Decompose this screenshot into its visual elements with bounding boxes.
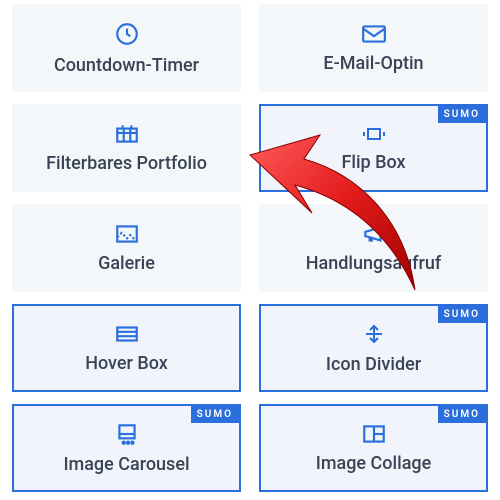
card-label: Galerie [98,253,155,274]
layout-icon [114,323,140,345]
mail-icon [361,23,387,45]
card-label: Icon Divider [326,354,421,375]
badge-sumo: SUMO [438,106,486,123]
card-label: Image Collage [316,453,432,474]
clock-icon [114,21,140,47]
badge-sumo: SUMO [438,406,486,423]
card-label: Flip Box [341,152,405,173]
card-label: Image Carousel [63,454,189,475]
card-email-optin[interactable]: E-Mail-Optin [259,4,488,92]
divider-icon [362,322,386,346]
flip-icon [360,124,388,144]
card-label: E-Mail-Optin [323,53,423,74]
card-countdown-timer[interactable]: Countdown-Timer [12,4,241,92]
module-grid: Countdown-Timer E-Mail-Optin Filterbares… [12,4,488,492]
card-icon-divider[interactable]: SUMO Icon Divider [259,304,488,392]
collage-icon [361,423,387,445]
card-label: Hover Box [85,353,168,374]
card-filterbares-portfolio[interactable]: Filterbares Portfolio [12,104,241,192]
megaphone-icon [361,223,387,245]
card-label: Filterbares Portfolio [46,153,207,174]
card-flip-box[interactable]: SUMO Flip Box [259,104,488,192]
card-label: Handlungsaufruf [306,253,442,274]
grid-icon [114,123,140,145]
badge-sumo: SUMO [438,306,486,323]
image-icon [114,223,140,245]
card-hover-box[interactable]: Hover Box [12,304,241,392]
badge-sumo: SUMO [191,406,239,423]
carousel-icon [114,422,140,446]
card-label: Countdown-Timer [54,55,199,76]
card-handlungsaufruf[interactable]: Handlungsaufruf [259,204,488,292]
card-image-carousel[interactable]: SUMO Image Carousel [12,404,241,492]
card-galerie[interactable]: Galerie [12,204,241,292]
card-image-collage[interactable]: SUMO Image Collage [259,404,488,492]
